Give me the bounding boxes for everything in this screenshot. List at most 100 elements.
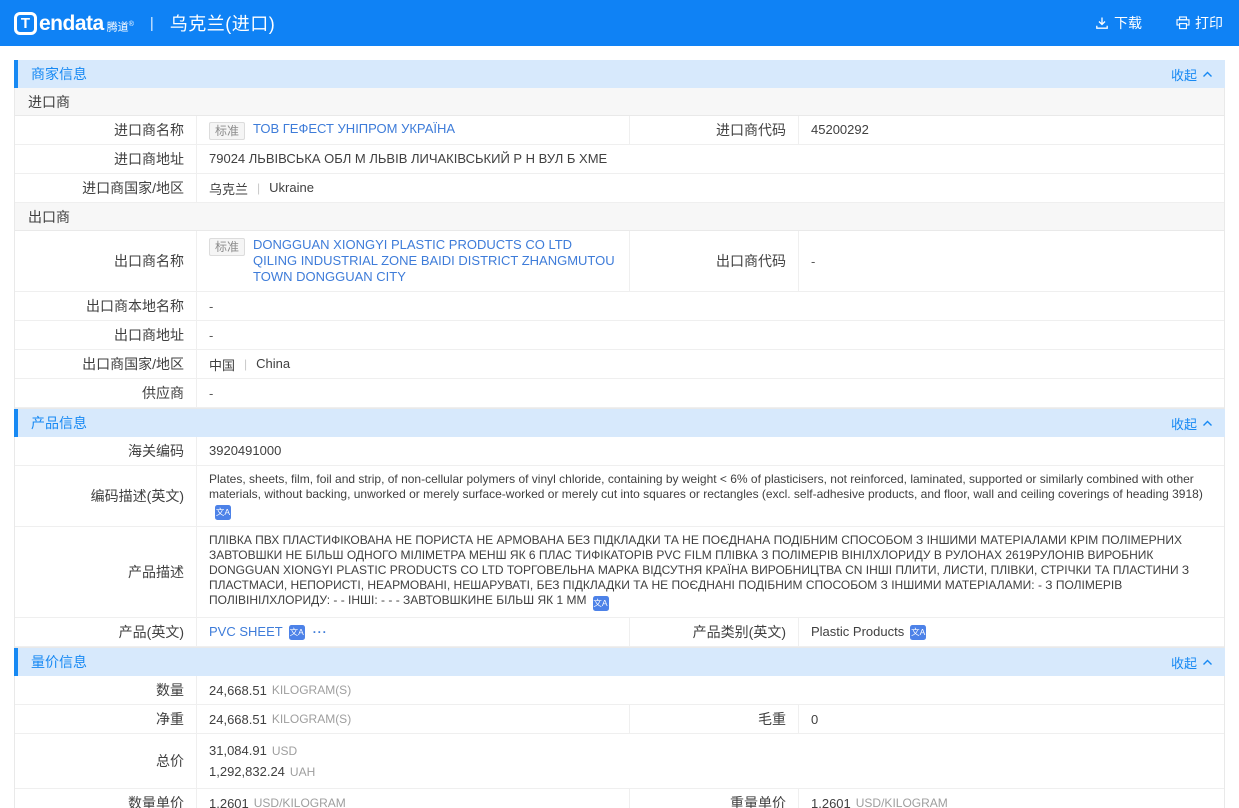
print-label: 打印	[1195, 13, 1223, 33]
top-header-bar: T endata 腾道® | 乌克兰(进口) 下载 打印	[0, 0, 1239, 46]
merchant-section-title: 商家信息	[31, 64, 87, 84]
field-label-exporter-local-name: 出口商本地名称	[15, 292, 197, 320]
field-label-product-en: 产品(英文)	[15, 618, 197, 646]
more-button[interactable]: ···	[313, 625, 328, 639]
net-weight-value: 24,668.51	[209, 712, 267, 727]
field-label-importer-address: 进口商地址	[15, 145, 197, 173]
quantity-unit: KILOGRAM(S)	[272, 683, 351, 697]
translate-icon[interactable]: 文A	[593, 596, 609, 611]
row-product-description: 产品描述 ПЛІВКА ПВХ ПЛАСТИФІКОВАНА НЕ ПОРИСТ…	[15, 527, 1224, 618]
importer-address-value: 79024 ЛЬВІВСЬКА ОБЛ М ЛЬВІВ ЛИЧАКІВСЬКИЙ…	[209, 151, 607, 167]
field-label-hs-description: 编码描述(英文)	[15, 466, 197, 526]
field-value-category-en: Plastic Products 文A	[799, 618, 1224, 646]
row-exporter-local-name: 出口商本地名称 -	[15, 292, 1224, 321]
exporter-name-link[interactable]: DONGGUAN XIONGYI PLASTIC PRODUCTS CO LTD…	[253, 237, 617, 285]
printer-icon	[1176, 16, 1190, 30]
importer-name-link[interactable]: ТОВ ГЕФЕСТ УНІПРОМ УКРАЇНА	[253, 121, 455, 137]
field-value-importer-address: 79024 ЛЬВІВСЬКА ОБЛ М ЛЬВІВ ЛИЧАКІВСЬКИЙ…	[197, 145, 1224, 173]
page-title: 乌克兰(进口)	[170, 10, 276, 36]
exporter-local-name-value: -	[209, 299, 213, 314]
field-label-hs-code: 海关编码	[15, 437, 197, 465]
field-value-exporter-country: 中国 | China	[197, 350, 1224, 378]
merchant-collapse-button[interactable]: 收起	[1171, 65, 1213, 84]
field-label-category-en: 产品类别(英文)	[629, 618, 799, 646]
chevron-up-icon	[1202, 420, 1213, 427]
row-product-en: 产品(英文) PVC SHEET 文A ··· 产品类别(英文) Plastic…	[15, 618, 1224, 647]
field-label-gross-weight: 毛重	[629, 705, 799, 733]
field-value-quantity: 24,668.51 KILOGRAM(S)	[197, 676, 1224, 704]
title-separator: |	[150, 15, 154, 32]
field-label-qty-unit-price: 数量单价	[15, 789, 197, 808]
field-label-quantity: 数量	[15, 676, 197, 704]
product-en-link[interactable]: PVC SHEET	[209, 624, 283, 640]
field-value-importer-code: 45200292	[799, 116, 1224, 144]
product-collapse-button[interactable]: 收起	[1171, 414, 1213, 433]
download-button[interactable]: 下载	[1095, 13, 1142, 33]
exporter-country-cn: 中国	[209, 355, 235, 374]
field-value-net-weight: 24,668.51 KILOGRAM(S)	[197, 705, 629, 733]
topbar-left: T endata 腾道® | 乌克兰(进口)	[14, 10, 275, 36]
weight-unit-price-unit: USD/KILOGRAM	[856, 796, 948, 808]
quantity-value: 24,668.51	[209, 683, 267, 698]
product-section-title: 产品信息	[31, 413, 87, 433]
weight-unit-price-value: 1.2601	[811, 796, 851, 808]
total-price-uah: 1,292,832.24UAH	[209, 761, 315, 782]
row-importer-country: 进口商国家/地区 乌克兰 | Ukraine	[15, 174, 1224, 203]
exporter-name-wrap: 标准 DONGGUAN XIONGYI PLASTIC PRODUCTS CO …	[209, 237, 617, 285]
row-supplier: 供应商 -	[15, 379, 1224, 408]
row-exporter-country: 出口商国家/地区 中国 | China	[15, 350, 1224, 379]
section-merchant-info: 商家信息 收起 进口商 进口商名称 标准 ТОВ ГЕФЕСТ УНІПРОМ …	[14, 60, 1225, 409]
translate-icon[interactable]: 文A	[215, 505, 231, 520]
country-separator: |	[257, 181, 260, 195]
product-description-text: ПЛІВКА ПВХ ПЛАСТИФІКОВАНА НЕ ПОРИСТА НЕ …	[209, 533, 1212, 611]
field-value-exporter-address: -	[197, 321, 1224, 349]
download-label: 下载	[1114, 13, 1142, 33]
importer-code-value: 45200292	[811, 122, 869, 138]
field-label-product-description: 产品描述	[15, 527, 197, 617]
hs-description-text: Plates, sheets, film, foil and strip, of…	[209, 472, 1212, 520]
field-label-importer-country: 进口商国家/地区	[15, 174, 197, 202]
field-label-importer-code: 进口商代码	[629, 116, 799, 144]
importer-country-en: Ukraine	[269, 180, 314, 196]
field-value-importer-name: 标准 ТОВ ГЕФЕСТ УНІПРОМ УКРАЇНА	[197, 116, 629, 144]
row-importer-name: 进口商名称 标准 ТОВ ГЕФЕСТ УНІПРОМ УКРАЇНА 进口商代…	[15, 116, 1224, 145]
main-content: 商家信息 收起 进口商 进口商名称 标准 ТОВ ГЕФЕСТ УНІПРОМ …	[14, 60, 1225, 808]
row-quantity: 数量 24,668.51 KILOGRAM(S)	[15, 676, 1224, 705]
importer-group-header: 进口商	[15, 88, 1224, 116]
logo-t-icon: T	[14, 12, 37, 35]
qty-price-table: 数量 24,668.51 KILOGRAM(S) 净重 24,668.51 KI…	[14, 676, 1225, 808]
topbar-actions: 下载 打印	[1095, 13, 1223, 33]
qty-unit-price-unit: USD/KILOGRAM	[254, 796, 346, 808]
translate-icon[interactable]: 文A	[289, 625, 305, 640]
registered-mark: ®	[129, 21, 134, 28]
chevron-up-icon	[1202, 71, 1213, 78]
section-qty-price-info: 量价信息 收起 数量 24,668.51 KILOGRAM(S) 净重 24,6…	[14, 648, 1225, 808]
logo-cn-text: 腾道®	[107, 18, 134, 35]
collapse-label: 收起	[1171, 653, 1197, 672]
field-value-qty-unit-price: 1.2601 USD/KILOGRAM	[197, 789, 629, 808]
field-value-product-description: ПЛІВКА ПВХ ПЛАСТИФІКОВАНА НЕ ПОРИСТА НЕ …	[197, 527, 1224, 617]
field-value-supplier: -	[197, 379, 1224, 407]
product-table: 海关编码 3920491000 编码描述(英文) Plates, sheets,…	[14, 437, 1225, 648]
translate-icon[interactable]: 文A	[910, 625, 926, 640]
qty-price-collapse-button[interactable]: 收起	[1171, 653, 1213, 672]
merchant-table: 进口商 进口商名称 标准 ТОВ ГЕФЕСТ УНІПРОМ УКРАЇНА …	[14, 88, 1225, 409]
standard-badge: 标准	[209, 122, 245, 140]
exporter-country-en: China	[256, 356, 290, 372]
download-icon	[1095, 16, 1109, 30]
field-label-total-price: 总价	[15, 734, 197, 788]
field-value-product-en: PVC SHEET 文A ···	[197, 618, 629, 646]
supplier-value: -	[209, 386, 213, 401]
field-label-exporter-address: 出口商地址	[15, 321, 197, 349]
logo-wordmark: endata	[39, 12, 104, 35]
hs-code-value: 3920491000	[209, 443, 281, 459]
field-label-supplier: 供应商	[15, 379, 197, 407]
gross-weight-value: 0	[811, 712, 818, 727]
tendata-logo[interactable]: T endata 腾道®	[14, 12, 134, 35]
print-button[interactable]: 打印	[1176, 13, 1223, 33]
field-value-hs-description: Plates, sheets, film, foil and strip, of…	[197, 466, 1224, 526]
qty-price-section-header: 量价信息 收起	[14, 648, 1225, 676]
field-value-hs-code: 3920491000	[197, 437, 1224, 465]
importer-country-cn: 乌克兰	[209, 179, 248, 198]
field-label-weight-unit-price: 重量单价	[629, 789, 799, 808]
